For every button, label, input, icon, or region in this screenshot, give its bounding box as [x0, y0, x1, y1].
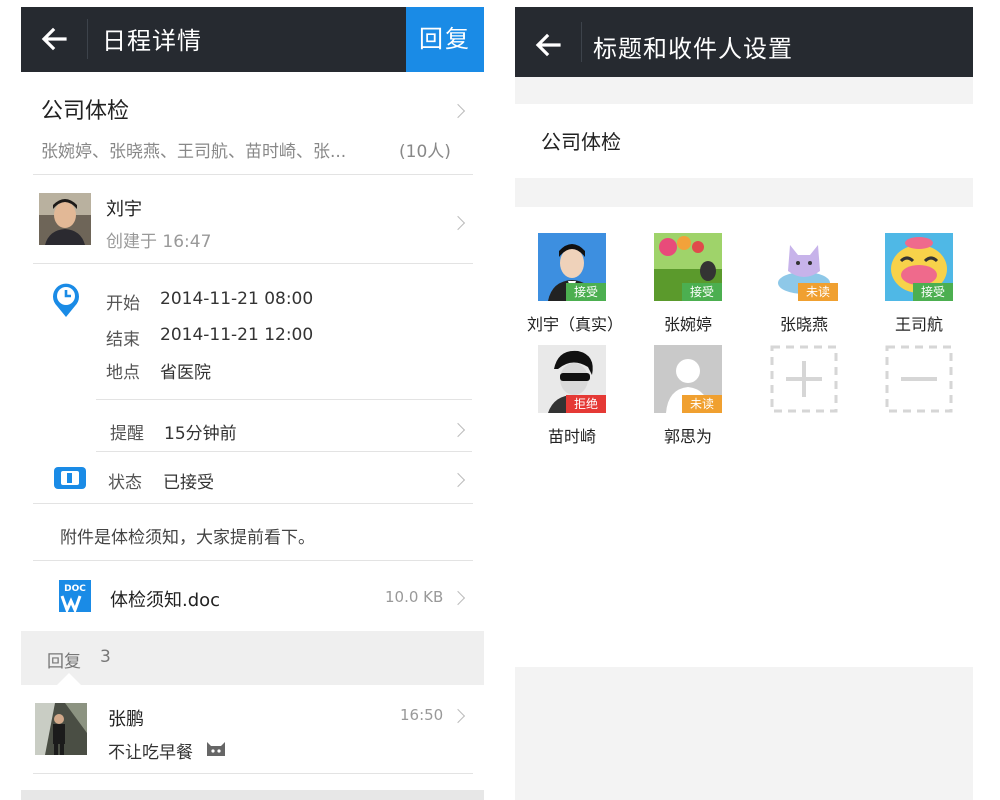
start-label: 开始 — [106, 294, 140, 314]
recipient-name: 苗时崎 — [547, 427, 596, 446]
recipient-card[interactable]: 未读 郭思为 — [643, 345, 733, 447]
plus-icon — [770, 345, 838, 413]
recipient-avatar: 未读 — [770, 233, 838, 301]
top-bar: 日程详情 回复 — [21, 7, 484, 72]
created-time: 创建于 16:47 — [106, 232, 212, 252]
status-label: 状态 — [108, 473, 142, 493]
schedule-detail-panel: 日程详情 回复 公司体检 张婉婷、张晓燕、王司航、苗时崎、张... (10人) … — [21, 7, 484, 800]
chevron-right-icon — [450, 708, 466, 724]
reply-avatar — [35, 703, 87, 755]
divider — [96, 399, 472, 400]
status-toggle-icon — [54, 467, 86, 489]
chevron-right-icon — [450, 422, 466, 438]
event-title: 公司体检 — [41, 99, 130, 124]
participant-count: (10人) — [399, 142, 451, 162]
recipient-card[interactable]: 接受 张婉婷 — [643, 233, 733, 335]
page-title: 日程详情 — [102, 27, 202, 55]
location-value: 省医院 — [160, 363, 211, 383]
recipient-avatar: 未读 — [654, 345, 722, 413]
replies-count: 3 — [100, 647, 111, 667]
recipient-name: 郭思为 — [663, 427, 712, 446]
status-value: 已接受 — [163, 473, 214, 493]
remove-recipient-button[interactable] — [874, 345, 964, 413]
recipient-card[interactable]: 未读 张晓燕 — [759, 233, 849, 335]
divider — [33, 773, 473, 774]
doc-icon-text: DOC — [64, 584, 86, 594]
recipient-avatar: 拒绝 — [538, 345, 606, 413]
divider — [33, 560, 473, 561]
doc-file-icon: DOC — [59, 580, 91, 612]
recipient-name: 张婉婷 — [663, 315, 712, 334]
creator-name: 刘宇 — [106, 199, 142, 220]
recipient-avatar: 接受 — [654, 233, 722, 301]
reply-text: 不让吃早餐 — [108, 743, 193, 763]
recipient-card[interactable]: 接受 王司航 — [874, 233, 964, 335]
status-badge: 接受 — [913, 283, 953, 301]
status-badge: 接受 — [566, 283, 606, 301]
status-badge: 拒绝 — [566, 395, 606, 413]
recipient-name: 王司航 — [894, 315, 943, 334]
location-label: 地点 — [106, 363, 140, 383]
recipient-name: 张晓燕 — [779, 315, 828, 334]
minus-icon — [885, 345, 953, 413]
back-arrow-icon[interactable] — [533, 30, 563, 60]
creator-avatar — [39, 193, 91, 245]
recipient-avatar: 接受 — [885, 233, 953, 301]
divider — [96, 451, 472, 452]
divider — [581, 22, 582, 62]
chevron-right-icon — [450, 215, 466, 231]
divider — [33, 174, 473, 175]
recipients-grid: 接受 刘宇（真实） 接受 张婉婷 未读 张晓燕 接受 王司航 拒绝 苗时崎 未读… — [515, 207, 973, 667]
reminder-label: 提醒 — [110, 424, 144, 444]
replies-label: 回复 — [47, 652, 81, 672]
add-recipient-button[interactable] — [759, 345, 849, 413]
chevron-right-icon — [450, 103, 466, 119]
subject-field[interactable]: 公司体检 — [515, 104, 973, 178]
chevron-right-icon — [450, 590, 466, 606]
reminder-value: 15分钟前 — [164, 424, 237, 444]
divider — [33, 263, 473, 264]
divider — [33, 503, 473, 504]
bottom-strip — [21, 790, 484, 800]
page-title: 标题和收件人设置 — [593, 35, 793, 63]
attachment-size: 10.0 KB — [385, 588, 444, 606]
pointer-triangle — [57, 673, 81, 685]
recipient-avatar: 接受 — [538, 233, 606, 301]
recipient-settings-panel: 标题和收件人设置 公司体检 接受 刘宇（真实） 接受 张婉婷 未读 张晓燕 接受… — [515, 7, 973, 800]
participants-list: 张婉婷、张晓燕、王司航、苗时崎、张... — [41, 142, 347, 162]
chevron-right-icon — [450, 472, 466, 488]
back-arrow-icon[interactable] — [39, 24, 69, 54]
recipient-card[interactable]: 接受 刘宇（真实） — [527, 233, 624, 335]
replies-header: 回复 3 — [21, 631, 484, 685]
attachment-name: 体检须知.doc — [110, 590, 221, 611]
status-badge: 未读 — [798, 283, 838, 301]
recipient-card[interactable]: 拒绝 苗时崎 — [527, 345, 617, 447]
clock-pin-icon — [53, 283, 79, 317]
status-badge: 未读 — [682, 395, 722, 413]
status-badge: 接受 — [682, 283, 722, 301]
divider — [87, 19, 88, 59]
event-note: 附件是体检须知，大家提前看下。 — [60, 528, 315, 548]
end-time: 2014-11-21 12:00 — [160, 325, 314, 345]
cat-emoji-icon — [207, 742, 225, 756]
start-time: 2014-11-21 08:00 — [160, 289, 314, 309]
end-label: 结束 — [106, 330, 140, 350]
recipient-name: 刘宇（真实） — [527, 315, 624, 334]
top-bar: 标题和收件人设置 — [515, 7, 973, 77]
subject-text: 公司体检 — [541, 130, 621, 154]
reply-button[interactable]: 回复 — [406, 7, 484, 72]
reply-time: 16:50 — [400, 706, 444, 724]
reply-author: 张鹏 — [108, 709, 144, 730]
